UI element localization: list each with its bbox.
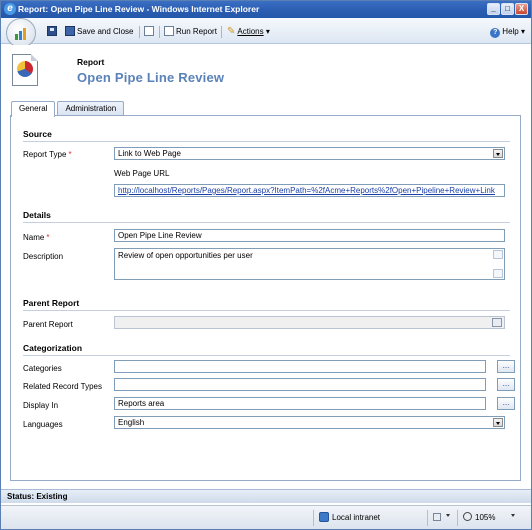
close-button[interactable]: X bbox=[515, 3, 528, 15]
name-value: Open Pipe Line Review bbox=[118, 231, 202, 240]
help-icon: ? bbox=[490, 28, 501, 38]
section-parent-report-title: Parent Report bbox=[23, 298, 80, 308]
required-indicator: * bbox=[68, 150, 72, 159]
report-type-select[interactable]: Link to Web Page bbox=[114, 147, 505, 160]
chevron-down-icon: ▾ bbox=[520, 27, 525, 36]
run-report-label: Run Report bbox=[176, 27, 217, 36]
toolbar-separator bbox=[159, 26, 160, 38]
crm-logo-icon[interactable] bbox=[6, 18, 36, 48]
parent-report-lookup[interactable] bbox=[114, 316, 505, 329]
display-in-field[interactable]: Reports area bbox=[114, 397, 486, 410]
form-tabs: General Administration bbox=[11, 101, 126, 117]
save-and-close-button[interactable]: Save and Close bbox=[65, 25, 133, 39]
scroll-down-icon[interactable] bbox=[493, 269, 503, 278]
description-value: Review of open opportunities per user bbox=[118, 251, 253, 260]
dropdown-arrow-icon[interactable] bbox=[493, 418, 503, 427]
web-page-url-link[interactable]: http://localhost/Reports/Pages/Report.as… bbox=[118, 186, 495, 195]
entity-type-label: Report bbox=[77, 57, 105, 67]
section-divider bbox=[23, 310, 510, 311]
display-in-value: Reports area bbox=[118, 399, 165, 408]
save-button[interactable] bbox=[47, 25, 59, 39]
title-bar: e Report: Open Pipe Line Review - Window… bbox=[1, 1, 531, 18]
section-divider bbox=[23, 355, 510, 356]
tab-administration[interactable]: Administration bbox=[57, 101, 125, 116]
chevron-down-icon[interactable] bbox=[446, 514, 450, 517]
status-divider bbox=[457, 510, 458, 526]
chevron-down-icon[interactable] bbox=[511, 514, 515, 517]
name-input[interactable]: Open Pipe Line Review bbox=[114, 229, 505, 242]
new-page-icon bbox=[144, 26, 154, 36]
actions-menu-button[interactable]: ✎ Actions ▾ bbox=[227, 25, 270, 39]
related-record-types-field[interactable] bbox=[114, 378, 486, 391]
scroll-up-icon[interactable] bbox=[493, 250, 503, 259]
window-controls: _ □ X bbox=[487, 3, 528, 15]
description-label: Description bbox=[23, 252, 64, 261]
section-details-title: Details bbox=[23, 210, 51, 220]
status-divider bbox=[313, 510, 314, 526]
window-title: Report: Open Pipe Line Review - Windows … bbox=[18, 4, 260, 14]
chevron-down-icon: ▾ bbox=[265, 27, 270, 36]
minimize-button[interactable]: _ bbox=[487, 3, 500, 15]
tab-general[interactable]: General bbox=[11, 101, 56, 117]
status-divider bbox=[427, 510, 428, 526]
parent-report-label: Parent Report bbox=[23, 320, 73, 329]
categories-browse-button[interactable]: ... bbox=[497, 360, 515, 373]
status-text: Status: Existing bbox=[7, 492, 68, 501]
protected-mode-icon[interactable] bbox=[433, 513, 441, 521]
new-page-button[interactable] bbox=[144, 25, 156, 39]
general-tab-panel: Source Report Type * Link to Web Page Web… bbox=[10, 115, 521, 481]
section-source-title: Source bbox=[23, 129, 52, 139]
web-page-url-label: Web Page URL bbox=[114, 169, 170, 178]
save-icon bbox=[47, 26, 57, 36]
section-divider bbox=[23, 141, 510, 142]
page-title: Open Pipe Line Review bbox=[77, 70, 225, 85]
run-report-button[interactable]: Run Report bbox=[164, 25, 217, 39]
zoom-level: 105% bbox=[475, 513, 496, 522]
form-status-bar: Status: Existing bbox=[1, 489, 531, 503]
required-indicator: * bbox=[46, 233, 50, 242]
security-zone[interactable]: Local intranet bbox=[319, 512, 380, 524]
run-report-icon bbox=[164, 26, 174, 36]
zoom-icon bbox=[463, 512, 472, 521]
help-menu-button[interactable]: ? Help ▾ bbox=[490, 25, 525, 39]
languages-select[interactable]: English bbox=[114, 416, 505, 429]
zoom-control[interactable]: 105% bbox=[463, 512, 495, 524]
display-in-label: Display In bbox=[23, 401, 59, 410]
internet-explorer-icon: e bbox=[4, 3, 16, 15]
section-categorization-title: Categorization bbox=[23, 343, 83, 353]
dropdown-arrow-icon[interactable] bbox=[493, 149, 503, 158]
form-header: Report Open Pipe Line Review bbox=[1, 45, 531, 99]
description-textarea[interactable]: Review of open opportunities per user bbox=[114, 248, 505, 280]
name-label: Name * bbox=[23, 233, 50, 242]
actions-label: Actions bbox=[237, 27, 264, 36]
web-page-url-field[interactable]: http://localhost/Reports/Pages/Report.as… bbox=[114, 184, 505, 197]
maximize-button[interactable]: □ bbox=[501, 3, 514, 15]
lookup-icon[interactable] bbox=[492, 318, 502, 327]
display-in-browse-button[interactable]: ... bbox=[497, 397, 515, 410]
section-divider bbox=[23, 222, 510, 223]
report-entity-icon bbox=[12, 54, 38, 86]
help-label: Help bbox=[502, 27, 519, 36]
intranet-globe-icon bbox=[319, 512, 329, 522]
related-record-types-label: Related Record Types bbox=[23, 382, 103, 391]
report-type-value: Link to Web Page bbox=[118, 149, 182, 158]
textarea-scrollbar[interactable] bbox=[493, 250, 503, 278]
toolbar-separator bbox=[221, 26, 222, 38]
report-type-label: Report Type * bbox=[23, 150, 72, 159]
categories-label: Categories bbox=[23, 364, 62, 373]
related-record-types-browse-button[interactable]: ... bbox=[497, 378, 515, 391]
languages-value: English bbox=[118, 418, 145, 427]
languages-label: Languages bbox=[23, 420, 63, 429]
toolbar-separator bbox=[139, 26, 140, 38]
categories-field[interactable] bbox=[114, 360, 486, 373]
security-zone-label: Local intranet bbox=[332, 513, 381, 522]
actions-icon: ✎ bbox=[227, 26, 236, 37]
save-close-icon bbox=[65, 26, 75, 36]
browser-status-bar: Local intranet 105% bbox=[1, 505, 531, 529]
save-and-close-label: Save and Close bbox=[77, 27, 134, 36]
command-toolbar: Save and Close Run Report ✎ Actions ▾ ? He… bbox=[1, 18, 531, 48]
browser-window: e Report: Open Pipe Line Review - Window… bbox=[0, 0, 532, 530]
